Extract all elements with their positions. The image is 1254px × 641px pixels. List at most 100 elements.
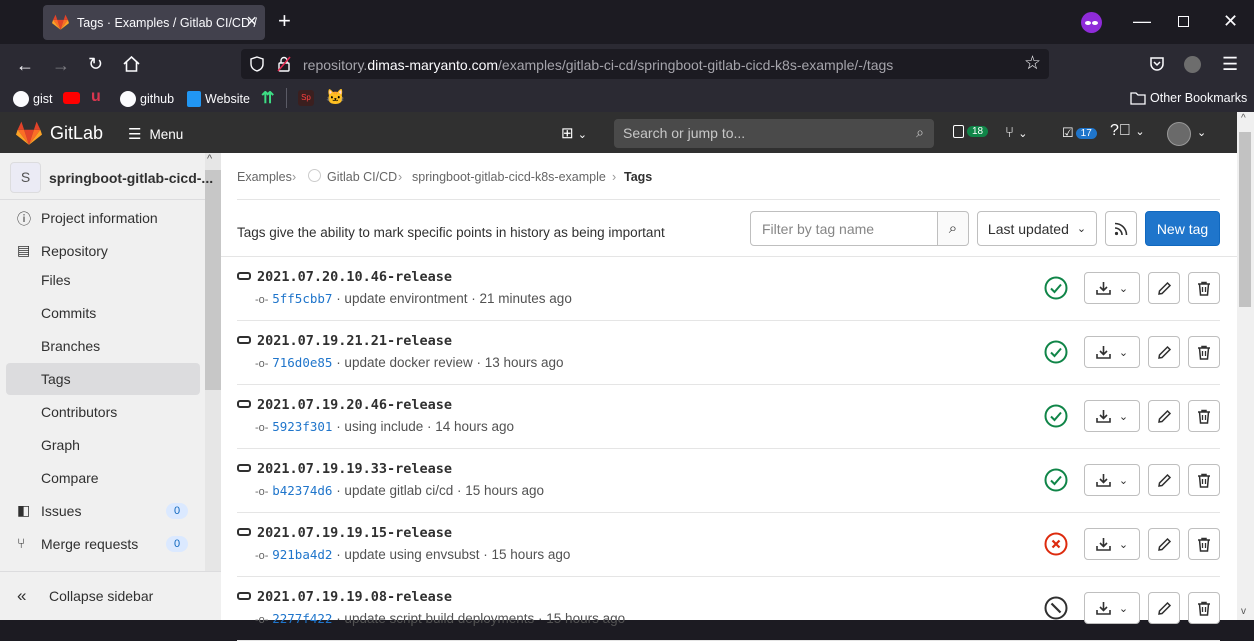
tab-close-icon[interactable]: ×: [246, 11, 257, 32]
delete-tag-button[interactable]: [1188, 464, 1220, 496]
edit-release-button[interactable]: [1148, 400, 1180, 432]
page-scroll-thumb[interactable]: [1239, 132, 1251, 307]
sort-dropdown[interactable]: Last updated ⌄: [977, 211, 1097, 246]
commit-sha-link[interactable]: b42374d6: [272, 483, 332, 498]
commit-sha-link[interactable]: 921ba4d2: [272, 547, 332, 562]
sidebar-item-compare[interactable]: Compare: [41, 470, 99, 486]
download-dropdown-button[interactable]: ⌄: [1084, 592, 1140, 624]
breadcrumb-separator-icon: ›: [292, 170, 297, 184]
scroll-up-arrow-icon[interactable]: ^: [1241, 113, 1246, 124]
user-avatar[interactable]: [1167, 122, 1191, 146]
help-dropdown[interactable]: ?⃝ ⌄: [1110, 122, 1145, 140]
bookmark-star-icon[interactable]: ☆: [1024, 54, 1041, 73]
download-dropdown-button[interactable]: ⌄: [1084, 400, 1140, 432]
sidebar-item-tags[interactable]: Tags: [41, 371, 71, 387]
delete-tag-button[interactable]: [1188, 336, 1220, 368]
merge-requests-dropdown[interactable]: ⑂ ⌄: [1005, 124, 1027, 141]
menu-button[interactable]: ☰ Menu: [128, 125, 183, 143]
sidebar-item-merge-requests[interactable]: Merge requests: [41, 536, 138, 552]
pocket-icon[interactable]: [1149, 56, 1165, 72]
project-name[interactable]: springboot-gitlab-cicd-...: [49, 170, 213, 186]
scroll-down-arrow-icon[interactable]: v: [1241, 606, 1246, 617]
commit-sha-link[interactable]: 5ff5cbb7: [272, 291, 332, 306]
filter-search-button[interactable]: ⌕: [937, 211, 969, 246]
new-tag-button[interactable]: New tag: [1145, 211, 1220, 246]
issues-counter[interactable]: 18: [953, 125, 989, 138]
pet-bookmark-icon[interactable]: 🐱: [326, 88, 345, 106]
chevron-down-icon[interactable]: ⌄: [1197, 126, 1206, 139]
shield-icon[interactable]: [250, 56, 264, 72]
sidebar-item-commits[interactable]: Commits: [41, 305, 96, 321]
tag-name-link[interactable]: 2021.07.19.19.33-release: [257, 461, 452, 477]
tag-name-link[interactable]: 2021.07.19.19.08-release: [257, 589, 452, 605]
project-avatar[interactable]: S: [10, 162, 41, 193]
sp-bookmark-icon[interactable]: Sp: [298, 90, 314, 106]
browser-tab[interactable]: Tags · Examples / Gitlab CI/CD / ×: [43, 5, 265, 40]
edit-release-button[interactable]: [1148, 528, 1180, 560]
sidebar-item-repository[interactable]: Repository: [41, 243, 108, 259]
delete-tag-button[interactable]: [1188, 400, 1220, 432]
sidebar-item-contributors[interactable]: Contributors: [41, 404, 117, 420]
account-avatar-icon[interactable]: [1184, 56, 1201, 73]
sidebar-item-project-information[interactable]: Project information: [41, 210, 158, 226]
download-dropdown-button[interactable]: ⌄: [1084, 272, 1140, 304]
tag-name-link[interactable]: 2021.07.19.19.15-release: [257, 525, 452, 541]
bookmark-gist[interactable]: gist: [13, 91, 52, 107]
scroll-up-icon[interactable]: ^: [207, 153, 212, 165]
forward-icon[interactable]: →: [52, 56, 70, 74]
insecure-lock-icon[interactable]: [277, 56, 291, 72]
commit-sha-link[interactable]: 2277f422: [272, 611, 332, 626]
gitlab-wordmark[interactable]: GitLab: [50, 123, 103, 144]
window-close-icon[interactable]: ✕: [1223, 12, 1238, 30]
reload-icon[interactable]: ↻: [88, 55, 103, 73]
pipeline-failed-icon[interactable]: [1044, 532, 1068, 556]
other-bookmarks[interactable]: Other Bookmarks: [1130, 91, 1247, 105]
commit-sha-link[interactable]: 716d0e85: [272, 355, 332, 370]
bookmark-website[interactable]: Website: [187, 91, 250, 107]
minimize-icon[interactable]: —: [1133, 12, 1151, 30]
download-dropdown-button[interactable]: ⌄: [1084, 336, 1140, 368]
udemy-icon[interactable]: u: [91, 88, 101, 106]
pipeline-skipped-icon[interactable]: [1044, 596, 1068, 620]
home-icon[interactable]: [123, 56, 140, 72]
app-bookmark-icon[interactable]: ⇈: [261, 88, 274, 108]
new-tab-icon[interactable]: +: [278, 10, 291, 32]
maximize-icon[interactable]: [1178, 16, 1189, 27]
breadcrumb-examples[interactable]: Examples: [237, 170, 292, 184]
filter-tag-input[interactable]: Filter by tag name: [750, 211, 938, 246]
youtube-icon[interactable]: [63, 92, 80, 104]
hamburger-menu-icon[interactable]: ☰: [1222, 55, 1238, 73]
sidebar-scroll-thumb[interactable]: [205, 170, 221, 390]
pipeline-passed-icon[interactable]: [1044, 276, 1068, 300]
breadcrumb-project[interactable]: springboot-gitlab-cicd-k8s-example: [412, 170, 606, 184]
sidebar-item-graph[interactable]: Graph: [41, 437, 80, 453]
sidebar-item-branches[interactable]: Branches: [41, 338, 100, 354]
download-dropdown-button[interactable]: ⌄: [1084, 528, 1140, 560]
bookmark-github[interactable]: github: [120, 91, 174, 107]
pipeline-passed-icon[interactable]: [1044, 468, 1068, 492]
gitlab-logo-icon[interactable]: [16, 121, 42, 145]
breadcrumb-gitlab-cicd[interactable]: Gitlab CI/CD: [327, 170, 397, 184]
sidebar-item-files[interactable]: Files: [41, 272, 71, 288]
collapse-sidebar-button[interactable]: Collapse sidebar: [49, 588, 153, 604]
edit-release-button[interactable]: [1148, 592, 1180, 624]
delete-tag-button[interactable]: [1188, 592, 1220, 624]
tag-name-link[interactable]: 2021.07.20.10.46-release: [257, 269, 452, 285]
tag-name-link[interactable]: 2021.07.19.20.46-release: [257, 397, 452, 413]
pipeline-passed-icon[interactable]: [1044, 404, 1068, 428]
todos-counter[interactable]: ☑ 17: [1062, 125, 1097, 141]
download-dropdown-button[interactable]: ⌄: [1084, 464, 1140, 496]
new-dropdown-button[interactable]: ⊞ ⌄: [561, 124, 587, 142]
delete-tag-button[interactable]: [1188, 528, 1220, 560]
pipeline-passed-icon[interactable]: [1044, 340, 1068, 364]
back-icon[interactable]: ←: [16, 56, 34, 74]
edit-release-button[interactable]: [1148, 464, 1180, 496]
edit-release-button[interactable]: [1148, 336, 1180, 368]
rss-feed-button[interactable]: [1105, 211, 1137, 246]
commit-sha-link[interactable]: 5923f301: [272, 419, 332, 434]
search-input[interactable]: Search or jump to... ⌕: [614, 119, 934, 148]
edit-release-button[interactable]: [1148, 272, 1180, 304]
sidebar-item-issues[interactable]: Issues: [41, 503, 81, 519]
delete-tag-button[interactable]: [1188, 272, 1220, 304]
tag-name-link[interactable]: 2021.07.19.21.21-release: [257, 333, 452, 349]
